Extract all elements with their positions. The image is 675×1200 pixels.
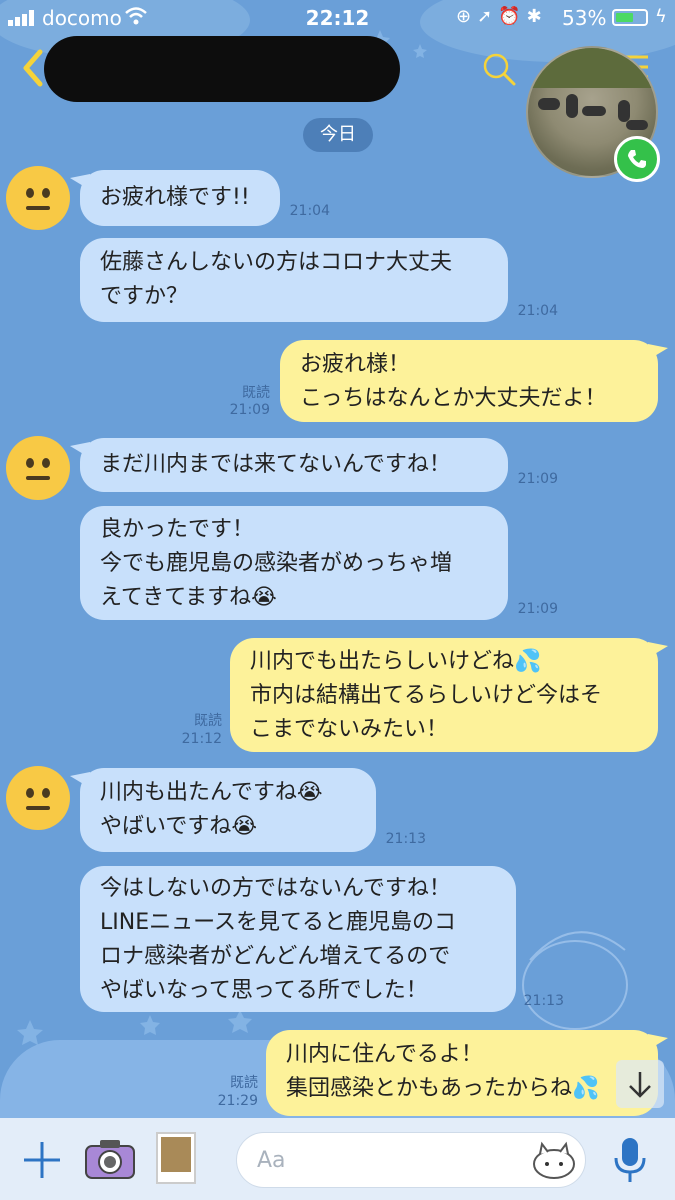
read-receipt: 既読: [242, 385, 270, 401]
contact-name-redacted: [44, 36, 400, 102]
phone-icon: [628, 150, 646, 168]
message-time: 21:13: [523, 993, 564, 1009]
read-receipt: 既読: [194, 713, 222, 729]
contact-avatar[interactable]: [6, 436, 70, 500]
message-bubble-outgoing[interactable]: お疲れ様！ こっちはなんとか大丈夫だよ！: [280, 340, 658, 422]
call-button[interactable]: [614, 136, 660, 182]
message-time: 21:13: [385, 831, 426, 847]
bubble-tail: [648, 1034, 668, 1050]
read-receipt: 既読: [230, 1075, 258, 1091]
contact-avatar[interactable]: [6, 166, 70, 230]
message-bubble-incoming[interactable]: 佐藤さんしないの方はコロナ大丈夫 ですか？: [80, 238, 508, 322]
status-icons: ⊕➚⏰✱: [456, 6, 548, 27]
battery-percentage: 53%: [562, 6, 607, 30]
bubble-tail: [648, 642, 668, 658]
contact-avatar[interactable]: [6, 766, 70, 830]
message-time: 21:09: [517, 601, 558, 617]
message-time: 21:09: [517, 471, 558, 487]
arrow-down-icon: [629, 1072, 651, 1098]
message-time: 21:12: [181, 731, 222, 747]
scroll-to-bottom-button[interactable]: [616, 1060, 664, 1108]
charging-icon: ϟ: [655, 6, 667, 27]
input-bar: [0, 1118, 675, 1200]
camera-icon[interactable]: [84, 1136, 136, 1182]
message-bubble-incoming[interactable]: お疲れ様です!!: [80, 170, 280, 226]
message-time: 21:04: [517, 303, 558, 319]
image-icon[interactable]: [156, 1132, 196, 1184]
bubble-tail: [648, 344, 668, 360]
message-time: 21:04: [289, 203, 330, 219]
date-separator: 今日: [303, 118, 373, 152]
message-bubble-incoming[interactable]: 今はしないの方ではないんですね！ LINEニュースを見てると鹿児島のコ ロナ感染…: [80, 866, 516, 1012]
microphone-icon[interactable]: [612, 1136, 648, 1186]
chat-header: [0, 34, 675, 178]
battery-icon: [612, 9, 648, 26]
message-bubble-incoming[interactable]: まだ川内までは来てないんですね！: [80, 438, 508, 492]
message-bubble-outgoing[interactable]: 川内に住んでるよ！ 集団感染とかもあったからね💦: [266, 1030, 658, 1116]
message-bubble-outgoing[interactable]: 川内でも出たらしいけどね💦 市内は結構出てるらしいけど今はそ こまでないみたい！: [230, 638, 658, 752]
plus-icon[interactable]: [20, 1138, 64, 1182]
sticker-icon[interactable]: [532, 1140, 576, 1180]
search-icon[interactable]: [482, 52, 516, 86]
message-time: 21:29: [217, 1093, 258, 1109]
message-bubble-incoming[interactable]: 川内も出たんですね😭 やばいですね😭: [80, 768, 376, 852]
message-bubble-incoming[interactable]: 良かったです！ 今でも鹿児島の感染者がめっちゃ増 えてきてますね😭: [80, 506, 508, 620]
status-bar: docomo 22:12 ⊕➚⏰✱ 53% ϟ: [0, 0, 675, 34]
message-time: 21:09: [229, 402, 270, 418]
